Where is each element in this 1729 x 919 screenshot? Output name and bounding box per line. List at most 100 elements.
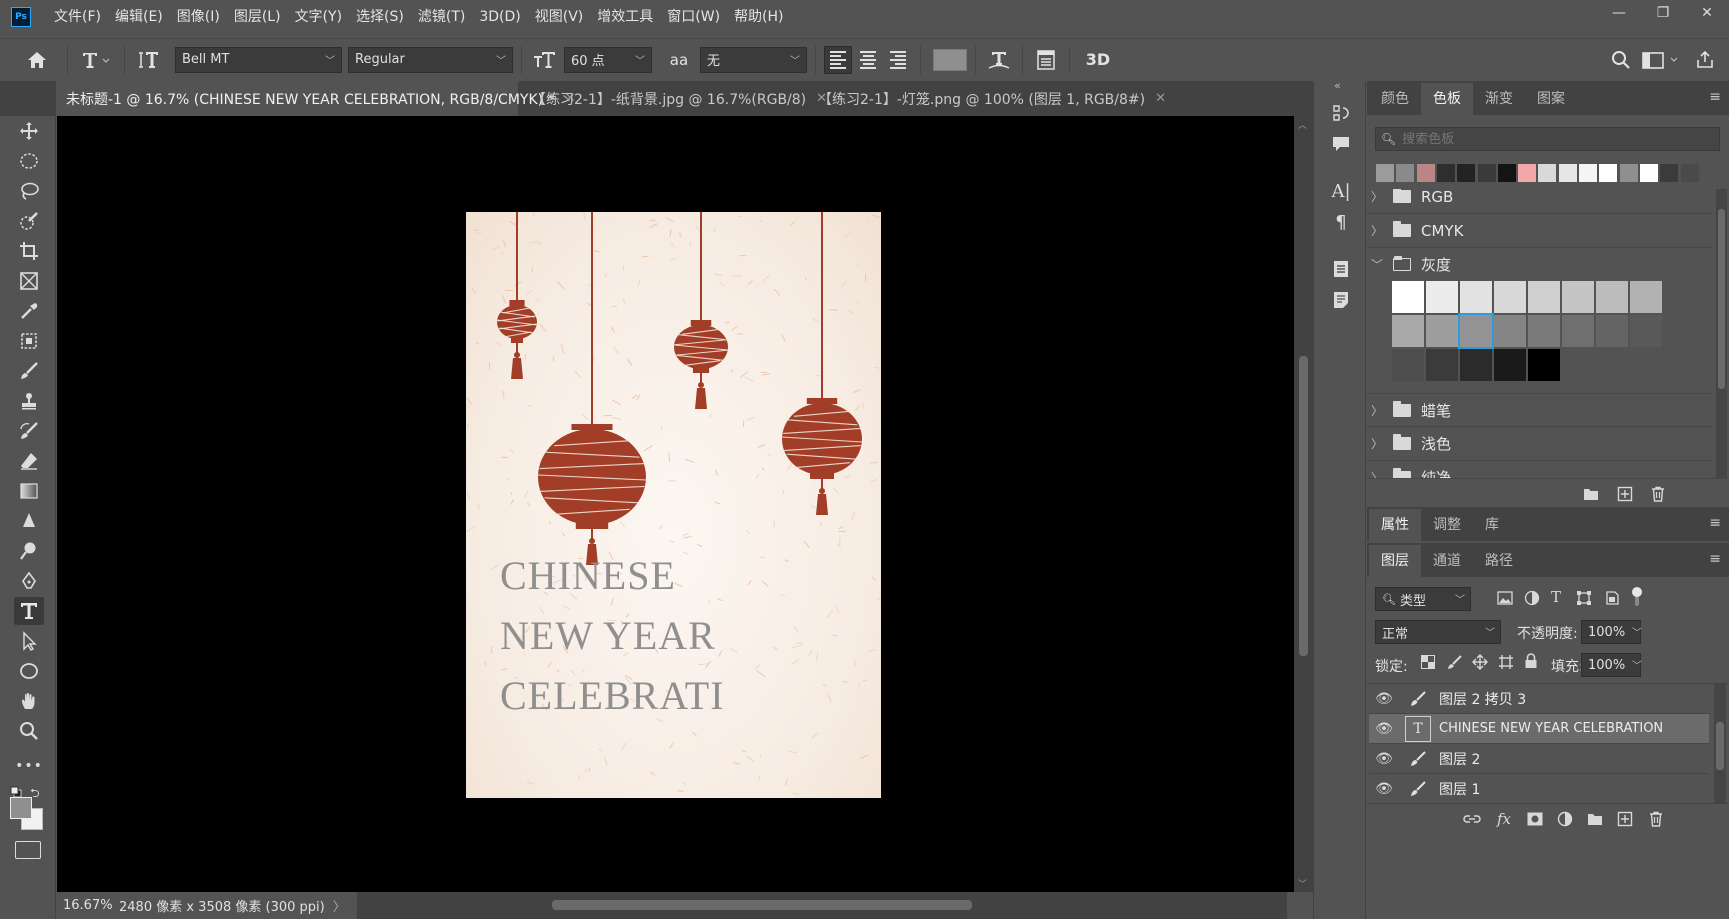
lock-position-icon[interactable] [1472,654,1488,674]
gray-swatch[interactable] [1528,315,1560,347]
gray-swatch[interactable] [1494,349,1526,381]
layer-row-layer2[interactable]: 👁︎ 图层 2 [1369,744,1709,774]
anti-alias-dropdown[interactable]: 无 ﹀ [700,46,807,73]
gray-swatch[interactable] [1528,349,1560,381]
quick-selection-tool-icon[interactable] [14,207,44,235]
properties-panel-icon[interactable] [1329,257,1353,281]
gray-swatch[interactable] [1392,281,1424,313]
menu-view[interactable]: 视图(V) [528,0,591,34]
quick-mask-icon[interactable] [15,841,41,859]
panel-menu-icon[interactable]: ≡ [1709,89,1721,105]
new-group-folder-icon[interactable] [1583,487,1599,505]
text-color-swatch[interactable] [933,48,967,71]
lock-all-icon[interactable] [1524,653,1538,673]
gray-swatch[interactable] [1460,281,1492,313]
vertical-scroll-thumb[interactable] [1299,356,1308,656]
swatch-group-rgb[interactable]: 〉 RGB [1367,189,1712,214]
type-tool-icon[interactable] [14,597,44,625]
swatch-search-input[interactable] [1402,131,1703,147]
filter-type-layer-icon[interactable]: T [1551,588,1561,606]
menu-image[interactable]: 图像(I) [170,0,227,34]
gray-swatch[interactable] [1562,281,1594,313]
pen-tool-icon[interactable] [14,567,44,595]
swatch-group-cmyk[interactable]: 〉 CMYK [1367,214,1712,248]
visibility-eye-icon[interactable]: 👁︎ [1369,751,1399,767]
menu-edit[interactable]: 编辑(E) [108,0,170,34]
history-brush-tool-icon[interactable] [14,417,44,445]
font-family-dropdown[interactable]: Bell MT ﹀ [175,46,342,73]
tab-paths[interactable]: 路径 [1473,545,1525,577]
blend-mode-dropdown[interactable]: 正常 ﹀ [1375,620,1501,644]
spot-healing-tool-icon[interactable] [14,327,44,355]
filter-adjustment-layer-icon[interactable] [1524,590,1540,610]
layer-row-layer2-copy3[interactable]: 👁︎ 图层 2 拷贝 3 [1369,684,1709,714]
character-panel-icon[interactable]: A| [1329,179,1353,203]
layers-scrollbar[interactable] [1714,684,1726,804]
recent-swatch[interactable] [1477,164,1496,182]
menu-filter[interactable]: 滤镜(T) [411,0,472,34]
layer-row-layer1[interactable]: 👁︎ 图层 1 [1369,774,1709,804]
horizontal-scrollbar[interactable] [357,892,1287,919]
visibility-eye-icon[interactable]: 👁︎ [1369,781,1399,797]
recent-swatch[interactable] [1660,164,1679,182]
fill-input[interactable]: 100% ﹀ [1581,653,1642,677]
recent-swatch[interactable] [1396,164,1415,182]
layer-filter-dropdown[interactable]: 🔍︎ 类型 ﹀ [1375,587,1471,611]
character-panel-icon[interactable] [1031,45,1061,75]
font-size-dropdown[interactable]: 60 点 ﹀ [564,46,652,73]
eraser-tool-icon[interactable] [14,447,44,475]
panel-menu-icon[interactable]: ≡ [1709,515,1721,531]
document-canvas[interactable]: CHINESE NEW YEAR CELEBRATI [466,212,881,798]
new-group-icon[interactable] [1587,812,1603,830]
tab-document-1[interactable]: 未标题-1 @ 16.7% (CHINESE NEW YEAR CELEBRAT… [56,81,575,116]
3d-icon[interactable]: 3D [1078,45,1118,75]
close-window-button[interactable]: ✕ [1685,0,1729,26]
lasso-tool-icon[interactable] [14,177,44,205]
swatch-group-crayon[interactable]: 〉 蜡笔 [1367,393,1712,427]
close-tab-icon[interactable]: ✕ [1155,91,1166,106]
recent-swatch[interactable] [1436,164,1455,182]
align-center-button[interactable] [854,46,882,74]
recent-swatch[interactable] [1518,164,1537,182]
search-icon[interactable] [1606,45,1636,75]
vertical-scrollbar[interactable]: ︿ ﹀ [1294,116,1313,892]
recent-swatch[interactable] [1457,164,1476,182]
recent-swatch[interactable] [1599,164,1618,182]
scroll-down-icon[interactable]: ﹀ [1298,877,1307,890]
foreground-color-swatch[interactable] [10,797,32,819]
layers-scroll-thumb[interactable] [1716,722,1724,770]
recent-swatch[interactable] [1497,164,1516,182]
history-panel-icon[interactable] [1329,101,1353,125]
recent-swatch[interactable] [1376,164,1394,182]
tab-layers[interactable]: 图层 [1369,545,1421,577]
layer-effects-icon[interactable]: fx [1497,810,1511,828]
link-layers-icon[interactable] [1463,812,1481,830]
recent-swatch[interactable] [1538,164,1557,182]
horizontal-scroll-thumb[interactable] [552,900,972,910]
tab-gradients[interactable]: 渐变 [1473,83,1525,115]
layer-row-text[interactable]: 👁︎ T CHINESE NEW YEAR CELEBRATION [1369,714,1709,744]
visibility-eye-icon[interactable]: 👁︎ [1369,721,1399,737]
align-right-button[interactable] [884,46,912,74]
share-icon[interactable] [1690,45,1720,75]
tab-document-3[interactable]: 【练习2-1】-灯笼.png @ 100% (图层 1, RGB/8#) ✕ [808,81,1166,116]
filter-pixel-layer-icon[interactable] [1497,591,1513,609]
gray-swatch[interactable] [1460,349,1492,381]
menu-plugins[interactable]: 增效工具 [590,0,660,34]
marquee-tool-icon[interactable] [14,147,44,175]
swatch-group-pure[interactable]: 〉 纯净 [1367,461,1712,478]
recent-swatch[interactable] [1579,164,1597,182]
ellipse-tool-icon[interactable] [14,657,44,685]
recent-swatch[interactable] [1558,164,1577,182]
brush-tool-icon[interactable] [14,357,44,385]
swatch-group-gray[interactable]: ﹀ 灰度 [1367,247,1712,281]
swatch-search-box[interactable]: 🔍︎ [1375,127,1720,151]
restore-button[interactable]: ❐ [1641,0,1685,26]
status-menu-arrow[interactable]: 〉 [333,896,346,915]
filter-smart-object-icon[interactable] [1604,590,1620,610]
menu-3d[interactable]: 3D(D) [472,0,527,34]
swatch-group-light[interactable]: 〉 浅色 [1367,427,1712,461]
lock-artboard-icon[interactable] [1498,654,1514,674]
font-style-dropdown[interactable]: Regular ﹀ [348,46,513,73]
tab-color[interactable]: 颜色 [1369,83,1421,115]
